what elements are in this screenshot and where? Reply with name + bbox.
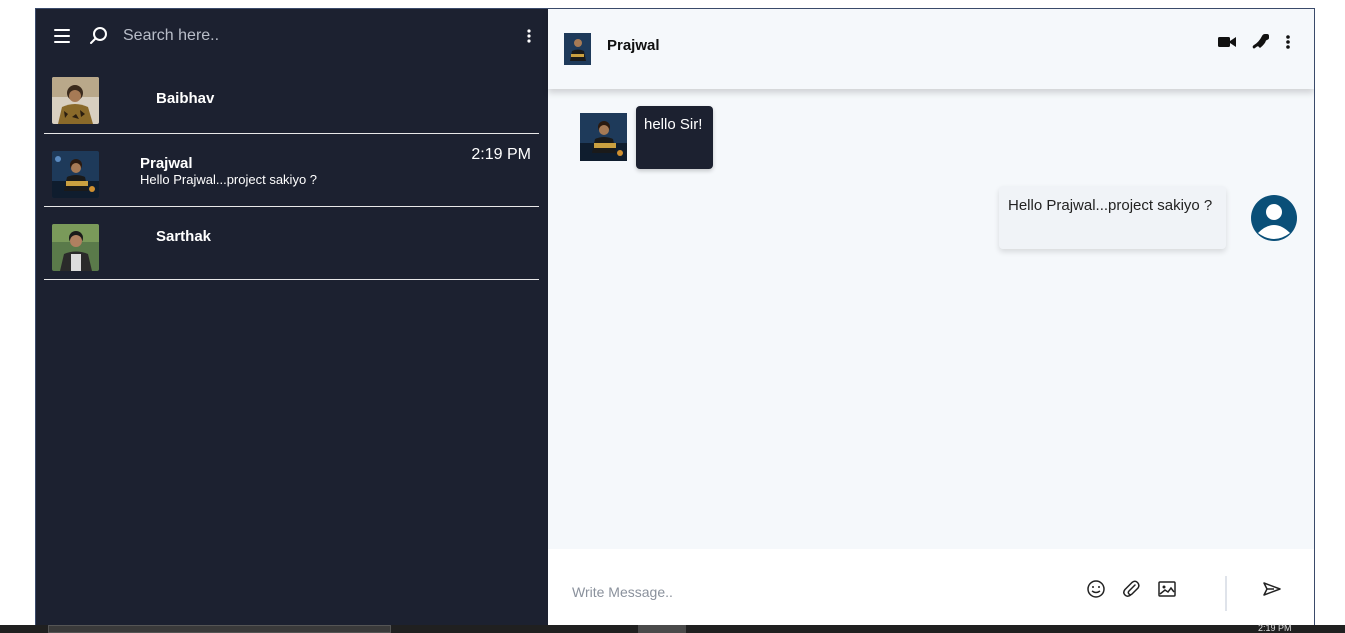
search-input[interactable]: [123, 24, 503, 48]
composer-divider: [1225, 576, 1227, 611]
contact-name: Baibhav: [156, 90, 215, 107]
taskbar-clock: 2:19 PM: [1258, 623, 1292, 633]
contact-name: Prajwal: [140, 155, 193, 172]
contact-name: Prajwal: [607, 37, 660, 54]
search-icon[interactable]: [89, 26, 109, 46]
os-taskbar: 2:19 PM: [0, 623, 1345, 633]
attachment-icon[interactable]: [1121, 579, 1141, 599]
contact-avatar[interactable]: [564, 33, 591, 65]
sidebar-search-bar: [36, 9, 548, 63]
message-composer: [548, 549, 1314, 632]
phone-call-icon[interactable]: [1251, 33, 1271, 51]
emoji-icon[interactable]: [1086, 579, 1106, 599]
image-icon[interactable]: [1157, 579, 1177, 599]
contact-avatar: [52, 77, 99, 124]
contact-avatar: [52, 224, 99, 271]
message-input[interactable]: [572, 581, 1052, 603]
chat-list-item-active[interactable]: Prajwal 2:19 PM Hello Prajwal...project …: [44, 134, 539, 207]
chat-header: Prajwal: [548, 9, 1314, 89]
menu-icon[interactable]: [54, 29, 70, 43]
contact-name: Sarthak: [156, 228, 212, 245]
outgoing-message-bubble: Hello Prajwal...project sakiyo ?: [999, 186, 1226, 249]
chat-app: Baibhav Prajwal 2:19 PM Hello Prajwal...…: [35, 8, 1315, 633]
video-call-icon[interactable]: [1217, 33, 1237, 51]
last-message-time: 2:19 PM: [471, 146, 531, 163]
more-options-icon[interactable]: [1285, 33, 1291, 51]
contact-avatar: [52, 151, 99, 198]
last-message-preview: Hello Prajwal...project sakiyo ?: [140, 172, 318, 187]
send-icon[interactable]: [1262, 579, 1282, 599]
sender-avatar: [580, 113, 627, 161]
sidebar: Baibhav Prajwal 2:19 PM Hello Prajwal...…: [36, 9, 548, 632]
taskbar-window-button[interactable]: [48, 625, 391, 633]
chat-list-item[interactable]: Sarthak: [44, 207, 539, 280]
chat-panel: Prajwal hello Sir! Hello Prajwal...proje…: [548, 9, 1314, 632]
incoming-message-bubble: hello Sir!: [636, 106, 713, 169]
chat-list-item[interactable]: Baibhav: [44, 61, 539, 134]
more-options-icon[interactable]: [526, 28, 532, 44]
taskbar-app-button[interactable]: [638, 625, 686, 633]
user-avatar: [1251, 195, 1297, 241]
